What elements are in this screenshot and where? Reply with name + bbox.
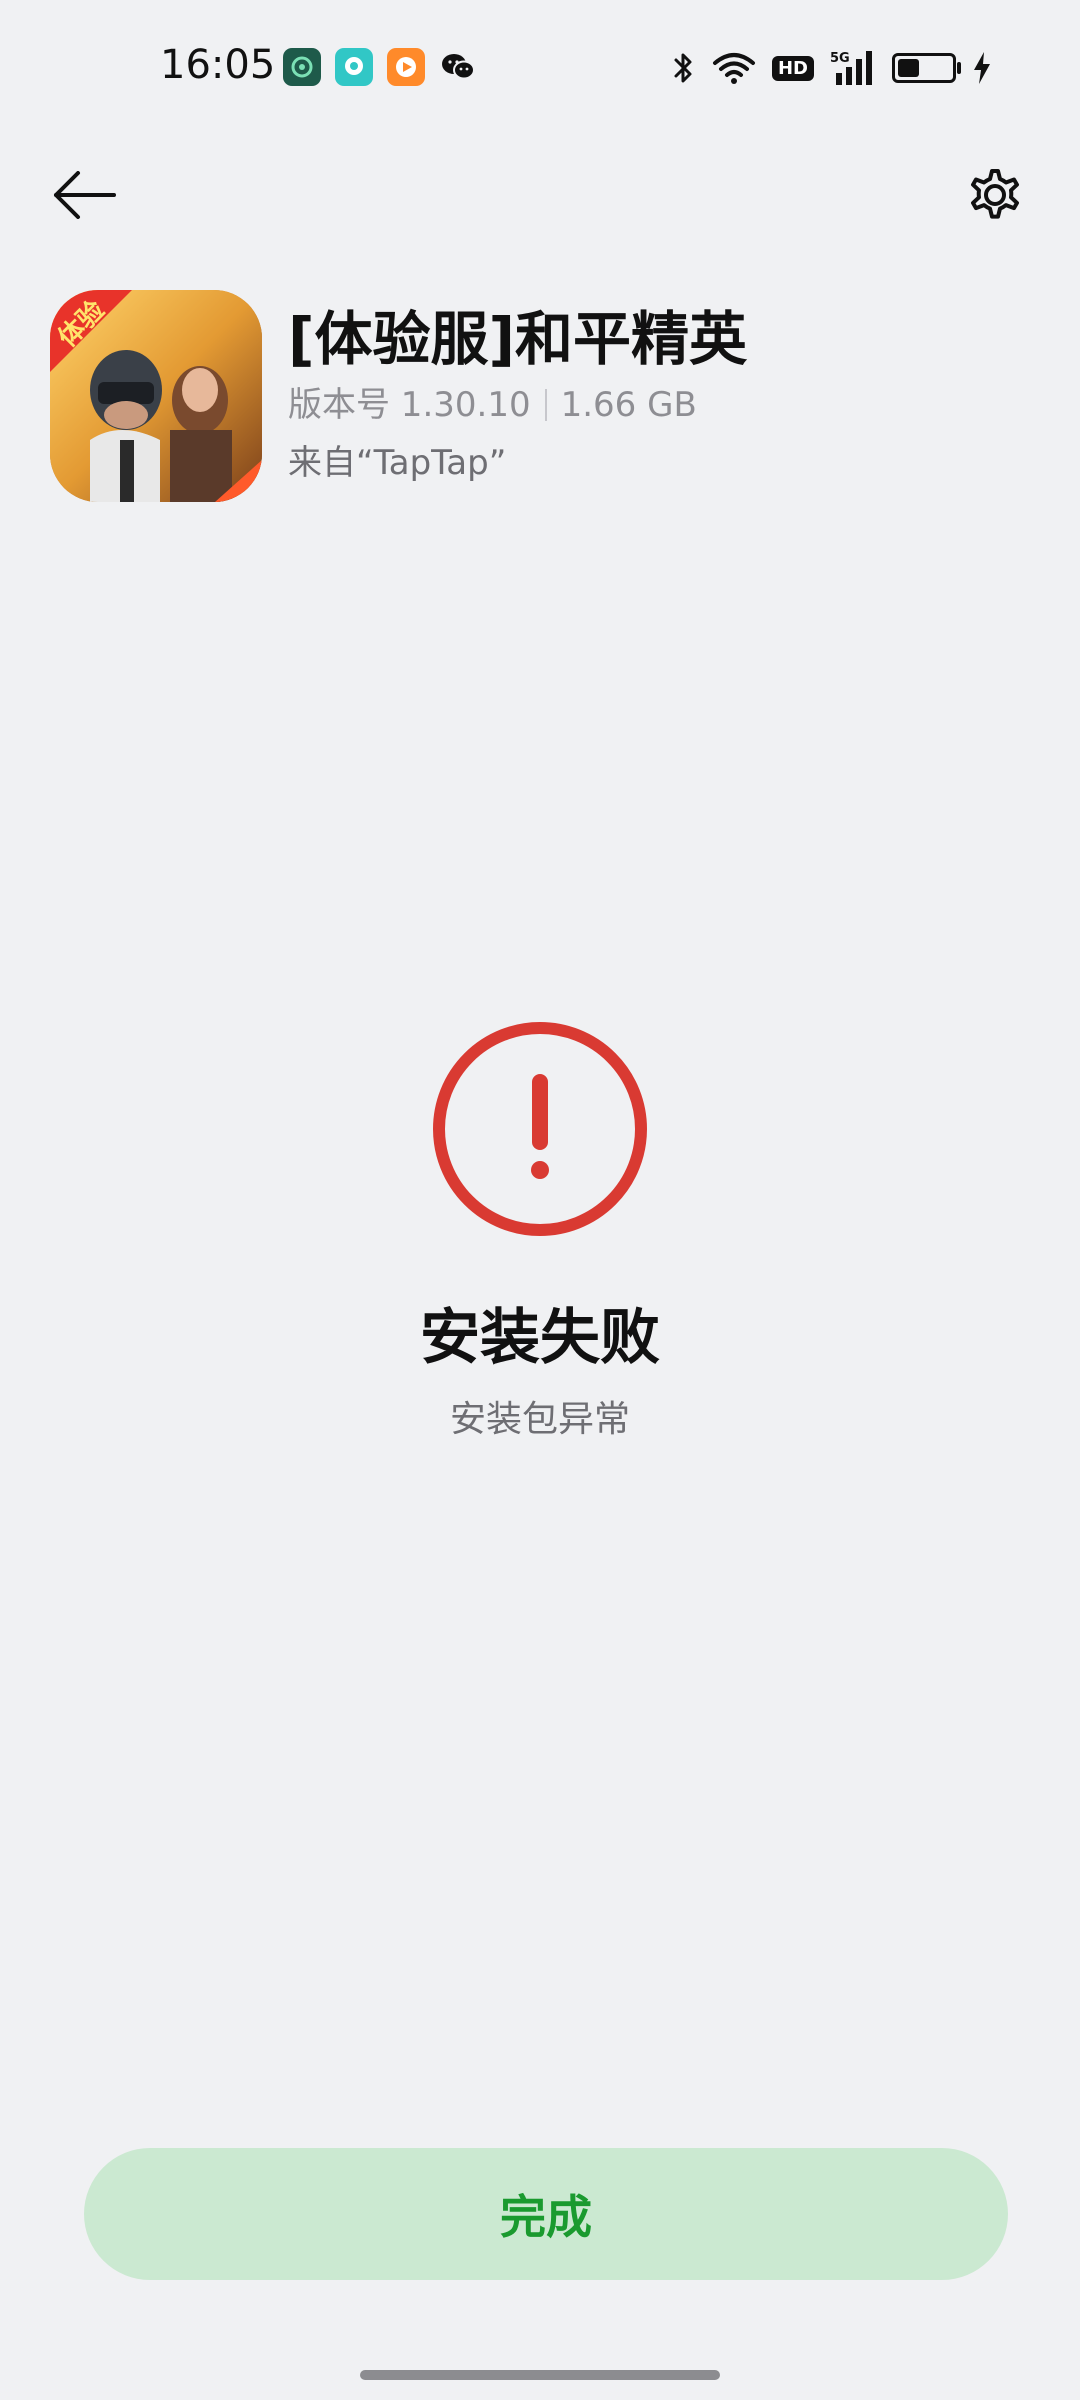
back-button[interactable] <box>40 150 130 240</box>
app-source: 来自“TapTap” <box>288 443 507 483</box>
chat-bubble-icon <box>335 48 373 86</box>
battery-level <box>898 59 919 77</box>
done-button[interactable]: 完成 <box>84 2148 1008 2280</box>
video-play-icon <box>387 48 425 86</box>
status-bar: 16:05 HD 5G <box>0 0 1080 140</box>
install-result: 安装失败 安装包异常 <box>0 1020 1080 1444</box>
battery-icon <box>892 46 961 90</box>
system-icons: HD 5G <box>672 46 992 90</box>
result-subtitle: 安装包异常 <box>449 1399 630 1440</box>
battery-frame <box>892 53 961 83</box>
app-version: 版本号 1.30.10 <box>288 385 531 425</box>
install-result-screen: 16:05 HD 5G 体验 [体验服]和平精英 版本号 1.30.10 1.6… <box>0 0 1080 2400</box>
wifi-icon <box>712 46 756 90</box>
arrow-left-icon <box>54 171 116 219</box>
wechat-icon <box>439 48 477 86</box>
app-size: 1.66 GB <box>560 385 697 425</box>
done-label: 完成 <box>500 2190 592 2244</box>
battery-cap <box>957 62 961 74</box>
gear-icon <box>971 169 1019 219</box>
exclamation-circle-icon <box>433 1022 647 1236</box>
app-header: 体验 [体验服]和平精英 版本号 1.30.10 1.66 GB 来自“TapT… <box>50 290 1050 510</box>
hd-badge: HD <box>771 55 814 81</box>
app-info: [体验服]和平精英 版本号 1.30.10 1.66 GB 来自“TapTap” <box>288 304 1048 486</box>
charging-icon <box>972 46 992 90</box>
status-time: 16:05 <box>160 42 276 88</box>
home-indicator[interactable] <box>360 2370 720 2380</box>
signal-5g-icon: 5G <box>830 46 876 90</box>
app-icon: 体验 <box>50 290 262 502</box>
svg-text:5G: 5G <box>830 51 850 66</box>
hd-icon: HD <box>771 46 814 90</box>
settings-button[interactable] <box>950 150 1040 240</box>
meta-divider <box>544 389 547 421</box>
toolbar <box>0 140 1080 240</box>
game-assistant-icon <box>283 48 321 86</box>
notification-icons <box>283 48 477 86</box>
app-name: [体验服]和平精英 <box>288 305 748 373</box>
bluetooth-icon <box>672 46 696 90</box>
app-meta: 版本号 1.30.10 1.66 GB <box>288 382 1048 428</box>
result-title: 安装失败 <box>420 1303 660 1373</box>
